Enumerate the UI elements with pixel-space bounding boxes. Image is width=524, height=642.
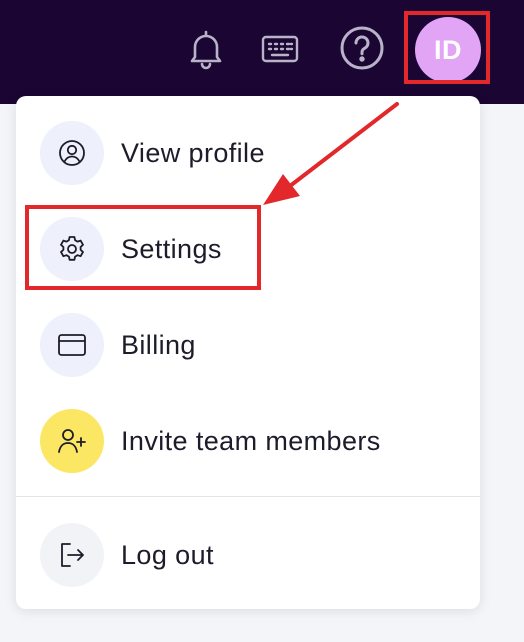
menu-item-label: Settings	[121, 234, 222, 264]
avatar[interactable]: ID	[415, 17, 481, 83]
menu-item-log-out[interactable]: Log out	[16, 510, 480, 600]
credit-card-icon	[40, 313, 104, 377]
help-icon[interactable]	[338, 24, 386, 72]
logout-icon	[40, 523, 104, 587]
account-dropdown-menu: View profile Settings Billing Invite tea…	[16, 96, 480, 609]
keyboard-icon[interactable]	[260, 32, 300, 66]
menu-item-settings[interactable]: Settings	[16, 204, 480, 294]
gear-icon	[40, 217, 104, 281]
bell-icon[interactable]	[186, 28, 226, 70]
menu-item-billing[interactable]: Billing	[16, 300, 480, 390]
user-circle-icon	[40, 121, 104, 185]
top-bar: ID	[0, 0, 524, 104]
menu-item-label: Invite team members	[121, 426, 381, 456]
menu-item-label: Billing	[121, 330, 196, 360]
menu-divider	[16, 496, 480, 497]
user-plus-icon	[40, 409, 104, 473]
menu-item-label: Log out	[121, 540, 214, 570]
menu-item-invite-team-members[interactable]: Invite team members	[16, 396, 480, 486]
menu-item-label: View profile	[121, 138, 265, 168]
menu-item-view-profile[interactable]: View profile	[16, 108, 480, 198]
avatar-initials: ID	[434, 34, 462, 65]
